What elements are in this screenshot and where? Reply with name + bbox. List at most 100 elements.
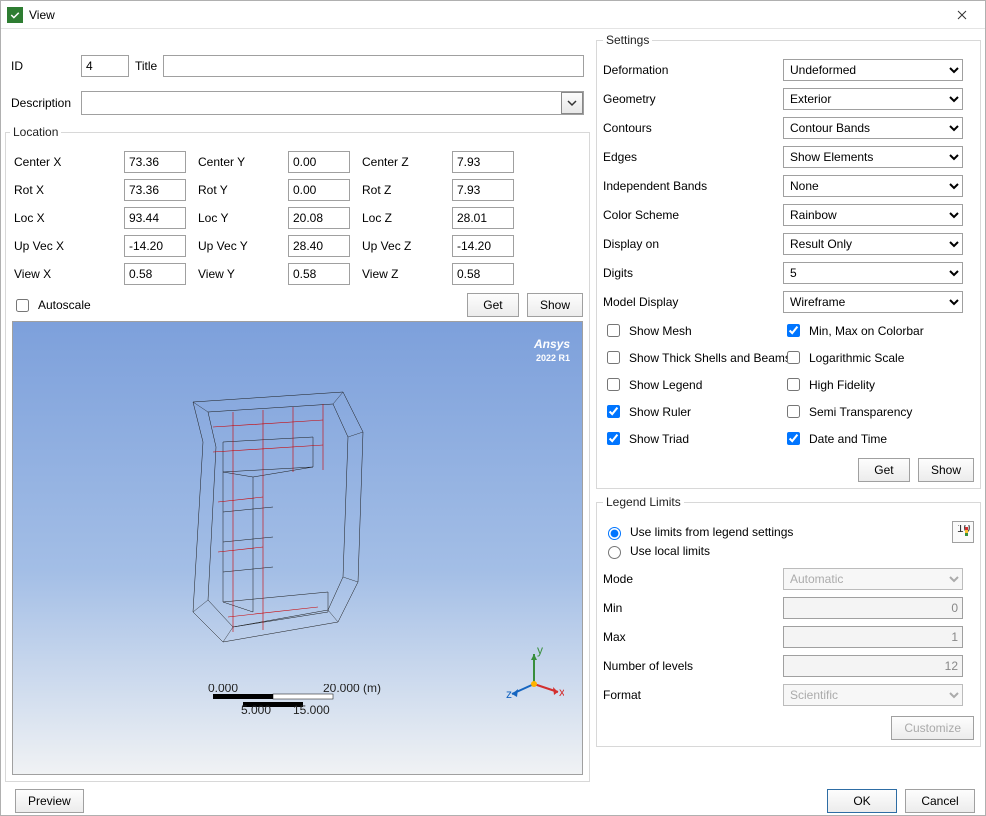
setting-label: Digits (603, 266, 783, 280)
setting-checkbox[interactable]: Show Legend (603, 375, 783, 394)
loc-input[interactable] (124, 207, 186, 229)
loc-label: View Y (196, 267, 286, 281)
window-title: View (29, 8, 939, 22)
close-button[interactable] (939, 1, 985, 28)
loc-label: Rot X (12, 183, 122, 197)
loc-input[interactable] (452, 179, 514, 201)
svg-text:x: x (559, 685, 564, 699)
mode-label: Mode (603, 572, 783, 586)
min-input (783, 597, 963, 619)
setting-checkbox[interactable]: Show Ruler (603, 402, 783, 421)
customize-button: Customize (891, 716, 974, 740)
setting-select[interactable]: Show Elements (783, 146, 963, 168)
svg-text:15.000: 15.000 (293, 703, 330, 714)
loc-label: Center Y (196, 155, 286, 169)
svg-text:z: z (506, 687, 512, 701)
location-legend: Location (10, 125, 61, 139)
loc-input[interactable] (452, 235, 514, 257)
min-label: Min (603, 601, 783, 615)
loc-label: Up Vec Y (196, 239, 286, 253)
loc-input[interactable] (452, 263, 514, 285)
setting-checkbox[interactable]: High Fidelity (783, 375, 974, 394)
setting-label: Deformation (603, 63, 783, 77)
use-local-limits-radio[interactable]: Use local limits (603, 543, 952, 559)
legend-settings-icon-button[interactable]: 10 (952, 521, 974, 543)
setting-select[interactable]: Result Only (783, 233, 963, 255)
use-limits-from-legend-radio[interactable]: Use limits from legend settings (603, 524, 952, 540)
svg-text:10: 10 (957, 525, 970, 535)
loc-label: Loc X (12, 211, 122, 225)
loc-input[interactable] (288, 207, 350, 229)
setting-label: Display on (603, 237, 783, 251)
loc-input[interactable] (124, 263, 186, 285)
setting-label: Independent Bands (603, 179, 783, 193)
description-input[interactable] (81, 91, 584, 115)
setting-select[interactable]: Undeformed (783, 59, 963, 81)
location-fieldset: Location Center XCenter YCenter ZRot XRo… (5, 125, 590, 782)
loc-label: Center Z (360, 155, 450, 169)
title-label: Title (135, 59, 157, 73)
setting-select[interactable]: None (783, 175, 963, 197)
id-input[interactable] (81, 55, 129, 77)
axis-triad: x y z (504, 644, 564, 704)
setting-select[interactable]: Exterior (783, 88, 963, 110)
setting-checkbox[interactable]: Logarithmic Scale (783, 348, 974, 367)
setting-label: Model Display (603, 295, 783, 309)
setting-checkbox[interactable]: Min, Max on Colorbar (783, 321, 974, 340)
legend-limits-fieldset: Legend Limits Use limits from legend set… (596, 495, 981, 747)
svg-text:20.000 (m): 20.000 (m) (323, 684, 381, 695)
description-dropdown-button[interactable] (561, 92, 583, 114)
loc-label: Up Vec Z (360, 239, 450, 253)
cancel-button[interactable]: Cancel (905, 789, 975, 813)
loc-input[interactable] (288, 263, 350, 285)
loc-label: Loc Y (196, 211, 286, 225)
levels-input (783, 655, 963, 677)
loc-label: Rot Z (360, 183, 450, 197)
setting-checkbox[interactable]: Semi Transparency (783, 402, 974, 421)
loc-input[interactable] (288, 151, 350, 173)
setting-checkbox[interactable]: Show Triad (603, 429, 783, 448)
setting-select[interactable]: Contour Bands (783, 117, 963, 139)
loc-input[interactable] (124, 235, 186, 257)
max-label: Max (603, 630, 783, 644)
loc-label: View X (12, 267, 122, 281)
settings-fieldset: Settings DeformationUndeformedGeometryEx… (596, 33, 981, 489)
location-get-button[interactable]: Get (467, 293, 519, 317)
loc-label: View Z (360, 267, 450, 281)
setting-checkbox[interactable]: Show Mesh (603, 321, 783, 340)
wireframe-model (163, 382, 433, 692)
preview-button[interactable]: Preview (15, 789, 84, 813)
ok-button[interactable]: OK (827, 789, 897, 813)
loc-input[interactable] (124, 179, 186, 201)
loc-input[interactable] (288, 235, 350, 257)
scale-ruler: 0.000 20.000 (m) 5.000 15.000 (163, 684, 393, 714)
settings-get-button[interactable]: Get (858, 458, 910, 482)
autoscale-checkbox[interactable]: Autoscale (12, 296, 91, 315)
loc-input[interactable] (288, 179, 350, 201)
ansys-logo: Ansys2022 R1 (534, 332, 570, 363)
setting-select[interactable]: Rainbow (783, 204, 963, 226)
setting-select[interactable]: Wireframe (783, 291, 963, 313)
setting-label: Geometry (603, 92, 783, 106)
loc-input[interactable] (452, 151, 514, 173)
location-show-button[interactable]: Show (527, 293, 583, 317)
max-input (783, 626, 963, 648)
loc-label: Loc Z (360, 211, 450, 225)
format-label: Format (603, 688, 783, 702)
setting-checkbox[interactable]: Date and Time (783, 429, 974, 448)
legend-limits-legend: Legend Limits (603, 495, 684, 509)
setting-label: Edges (603, 150, 783, 164)
model-viewport[interactable]: Ansys2022 R1 (12, 321, 583, 775)
settings-show-button[interactable]: Show (918, 458, 974, 482)
setting-checkbox[interactable]: Show Thick Shells and Beams (603, 348, 783, 367)
loc-input[interactable] (124, 151, 186, 173)
setting-label: Contours (603, 121, 783, 135)
setting-select[interactable]: 5 (783, 262, 963, 284)
mode-select: Automatic (783, 568, 963, 590)
title-input[interactable] (163, 55, 584, 77)
id-label: ID (11, 59, 75, 73)
loc-input[interactable] (452, 207, 514, 229)
levels-label: Number of levels (603, 659, 783, 673)
svg-text:y: y (537, 644, 543, 657)
format-select: Scientific (783, 684, 963, 706)
